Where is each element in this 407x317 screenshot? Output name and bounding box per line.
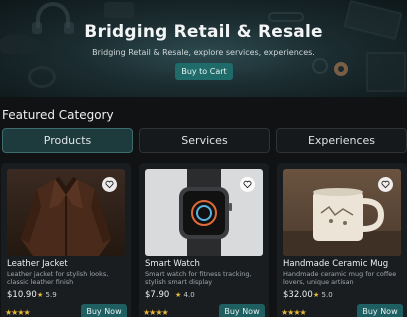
product-rating: ★ 5.0	[313, 291, 333, 299]
buy-now-button[interactable]: Buy Now	[357, 304, 403, 317]
favorite-button[interactable]	[240, 177, 255, 192]
glasses-decoration	[268, 12, 304, 22]
product-card[interactable]: Handmade Ceramic Mug Handmade ceramic mu…	[277, 163, 407, 317]
star-icon: ★	[175, 291, 182, 299]
product-card[interactable]: Smart Watch Smart watch for fitness trac…	[139, 163, 269, 317]
watch-decoration	[28, 66, 56, 88]
leather-jacket-image	[7, 169, 125, 256]
buy-now-button[interactable]: Buy Now	[81, 304, 127, 317]
product-title: Handmade Ceramic Mug	[283, 259, 389, 269]
favorite-button[interactable]	[378, 177, 393, 192]
book-decoration	[366, 52, 406, 92]
star-icon: ★	[313, 291, 320, 299]
product-rating: ★ 5.9	[37, 291, 57, 299]
buy-now-button[interactable]: Buy Now	[219, 304, 265, 317]
product-title: Leather Jacket	[7, 259, 68, 269]
ceramic-mug-image	[283, 169, 401, 256]
rating-value: 5.9	[45, 291, 57, 299]
hero-cta-button[interactable]: Buy to Cart	[175, 63, 233, 80]
heart-icon	[243, 180, 252, 189]
hero-banner: Bridging Retail & Resale Bridging Retail…	[0, 0, 407, 97]
star-rating-icons: ★★★★	[5, 308, 31, 317]
product-description: Handmade ceramic mug for coffee lovers, …	[283, 270, 397, 286]
product-price: $7.90	[145, 290, 170, 300]
product-description: Leather jacket for stylish looks, classi…	[7, 270, 109, 286]
star-rating-icons: ★★★★	[281, 308, 307, 317]
product-title: Smart Watch	[145, 259, 200, 269]
hero-subtitle: Bridging Retail & Resale, explore servic…	[92, 48, 315, 57]
section-title: Featured Category	[2, 108, 114, 122]
product-description: Smart watch for fitness tracking, stylis…	[145, 270, 252, 286]
key-decoration	[334, 62, 348, 76]
tab-products[interactable]: Products	[2, 128, 133, 153]
camera-decoration	[104, 2, 134, 18]
tab-services[interactable]: Services	[139, 128, 270, 153]
star-rating-icons: ★★★★	[143, 308, 169, 317]
hero-title: Bridging Retail & Resale	[84, 22, 323, 42]
product-price: $32.00	[283, 290, 313, 300]
product-rating: ★ 4.0	[175, 291, 195, 299]
rating-value: 4.0	[183, 291, 195, 299]
heart-icon	[381, 180, 390, 189]
rating-value: 5.0	[321, 291, 333, 299]
product-price: $10.90	[7, 290, 37, 300]
tab-experiences[interactable]: Experiences	[276, 128, 407, 153]
star-icon: ★	[37, 291, 44, 299]
ring-decoration	[312, 58, 328, 74]
heart-icon	[105, 180, 114, 189]
favorite-button[interactable]	[102, 177, 117, 192]
smart-watch-image	[145, 169, 263, 256]
product-card[interactable]: Leather Jacket Leather jacket for stylis…	[1, 163, 131, 317]
